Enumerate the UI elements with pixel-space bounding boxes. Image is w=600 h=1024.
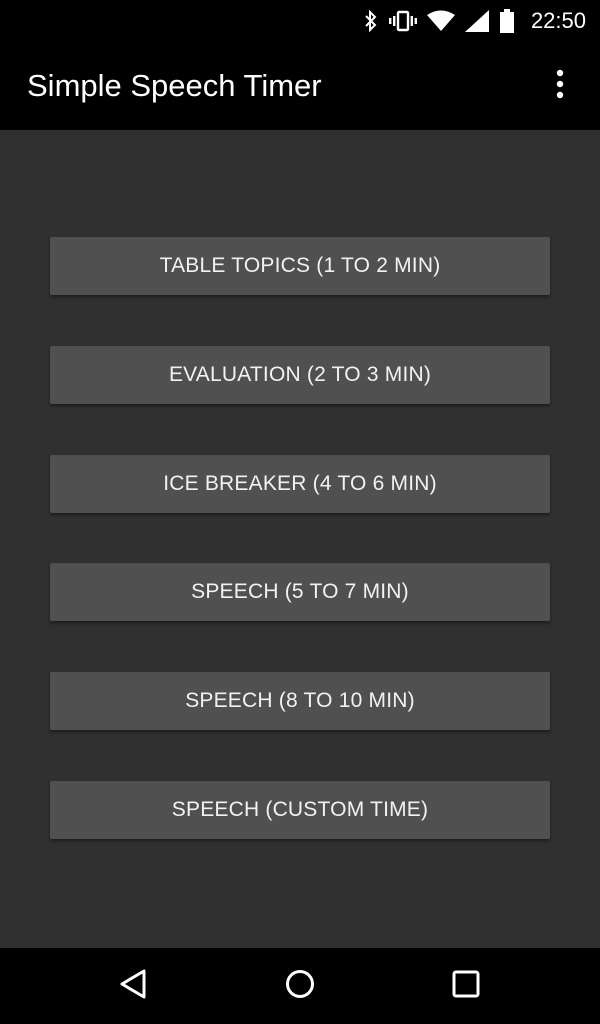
button-label: TABLE TOPICS (1 TO 2 MIN): [159, 254, 441, 277]
wifi-icon: [426, 10, 455, 32]
speech-8-to-10-button[interactable]: SPEECH (8 TO 10 MIN): [50, 672, 550, 730]
button-label: SPEECH (8 TO 10 MIN): [185, 689, 415, 712]
status-time: 22:50: [530, 8, 586, 33]
app-title: Simple Speech Timer: [27, 68, 322, 103]
cell-signal-icon: [464, 10, 489, 32]
home-button[interactable]: [276, 962, 324, 1010]
main-content: TABLE TOPICS (1 TO 2 MIN) EVALUATION (2 …: [0, 130, 600, 948]
table-topics-button[interactable]: TABLE TOPICS (1 TO 2 MIN): [50, 237, 550, 295]
overflow-menu-icon: [555, 69, 565, 104]
vibrate-icon: [388, 9, 417, 33]
evaluation-button[interactable]: EVALUATION (2 TO 3 MIN): [50, 346, 550, 404]
ice-breaker-button[interactable]: ICE BREAKER (4 TO 6 MIN): [50, 455, 550, 513]
app-bar: Simple Speech Timer: [0, 42, 600, 130]
speech-5-to-7-button[interactable]: SPEECH (5 TO 7 MIN): [50, 563, 550, 621]
back-icon: [118, 968, 150, 1005]
navigation-bar: [0, 948, 600, 1024]
overflow-menu-button[interactable]: [538, 64, 582, 108]
status-icons: 22:50: [363, 0, 586, 42]
back-button[interactable]: [110, 962, 158, 1010]
recents-button[interactable]: [442, 962, 490, 1010]
speech-custom-time-button[interactable]: SPEECH (CUSTOM TIME): [50, 781, 550, 839]
button-label: EVALUATION (2 TO 3 MIN): [168, 363, 432, 386]
battery-icon: [499, 9, 515, 33]
button-label: SPEECH (5 TO 7 MIN): [191, 580, 409, 603]
status-bar: 22:50: [0, 0, 600, 42]
phone-screen: 22:50 Simple Speech Timer TABLE TOPICS (…: [0, 0, 600, 1024]
bluetooth-icon: [363, 9, 379, 33]
button-label: ICE BREAKER (4 TO 6 MIN): [163, 472, 437, 495]
home-icon: [284, 968, 316, 1005]
recents-icon: [451, 969, 481, 1004]
button-label: SPEECH (CUSTOM TIME): [171, 798, 429, 821]
